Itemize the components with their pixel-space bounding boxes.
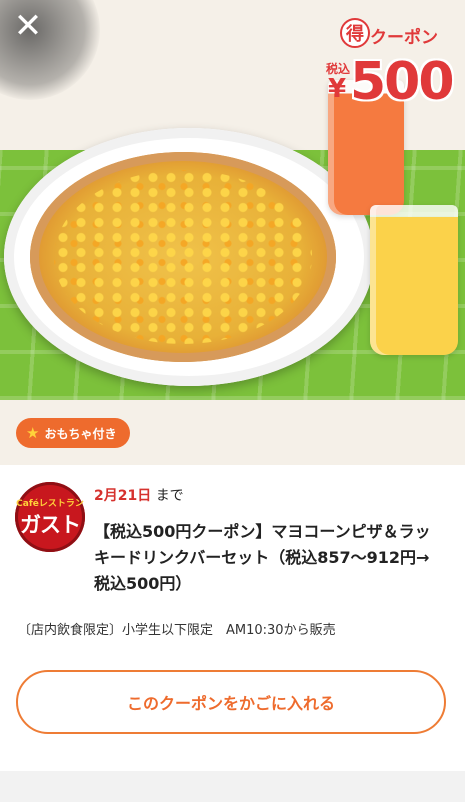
expiry-date: 2月21日 まで [94, 485, 184, 505]
expiry-date-value: 2月21日 [94, 488, 152, 504]
add-to-cart-button[interactable]: このクーポンをかごに入れる [16, 670, 446, 734]
coupon-note: 〔店内飲食限定〕小学生以下限定 AM10:30から販売 [18, 623, 336, 638]
coupon-hero-image: 得 クーポン 税込 ¥ 500 ✕ ★ おもちゃ付き [0, 0, 465, 465]
expiry-date-suffix: まで [155, 488, 184, 504]
toy-included-tag: ★ おもちゃ付き [16, 418, 131, 448]
juice-glass [370, 205, 458, 355]
close-button[interactable]: ✕ [10, 8, 46, 44]
badge-currency: ¥ [328, 74, 347, 104]
price-badge: 得 クーポン 税込 ¥ 500 [326, 18, 456, 118]
corn-pizza-image [30, 152, 336, 362]
gusto-logo: Caféレストラン ガスト [15, 482, 85, 552]
badge-amount: 500 [350, 52, 455, 112]
corn-topping [54, 170, 312, 344]
coupon-title: 【税込500円クーポン】マヨコーンピザ＆ラッキードリンクバーセット（税込857〜… [94, 522, 431, 593]
badge-label: クーポン [370, 28, 438, 48]
close-icon: ✕ [13, 6, 43, 46]
coupon-detail-card: Caféレストラン ガスト 2月21日 まで 【税込500円クーポン】マヨコーン… [0, 465, 465, 771]
logo-subtext: Caféレストラン [16, 499, 84, 509]
logo-brand: ガスト [20, 513, 81, 537]
tag-label: おもちゃ付き [44, 426, 117, 441]
toku-icon: 得 [340, 18, 370, 48]
star-icon: ★ [26, 424, 40, 442]
